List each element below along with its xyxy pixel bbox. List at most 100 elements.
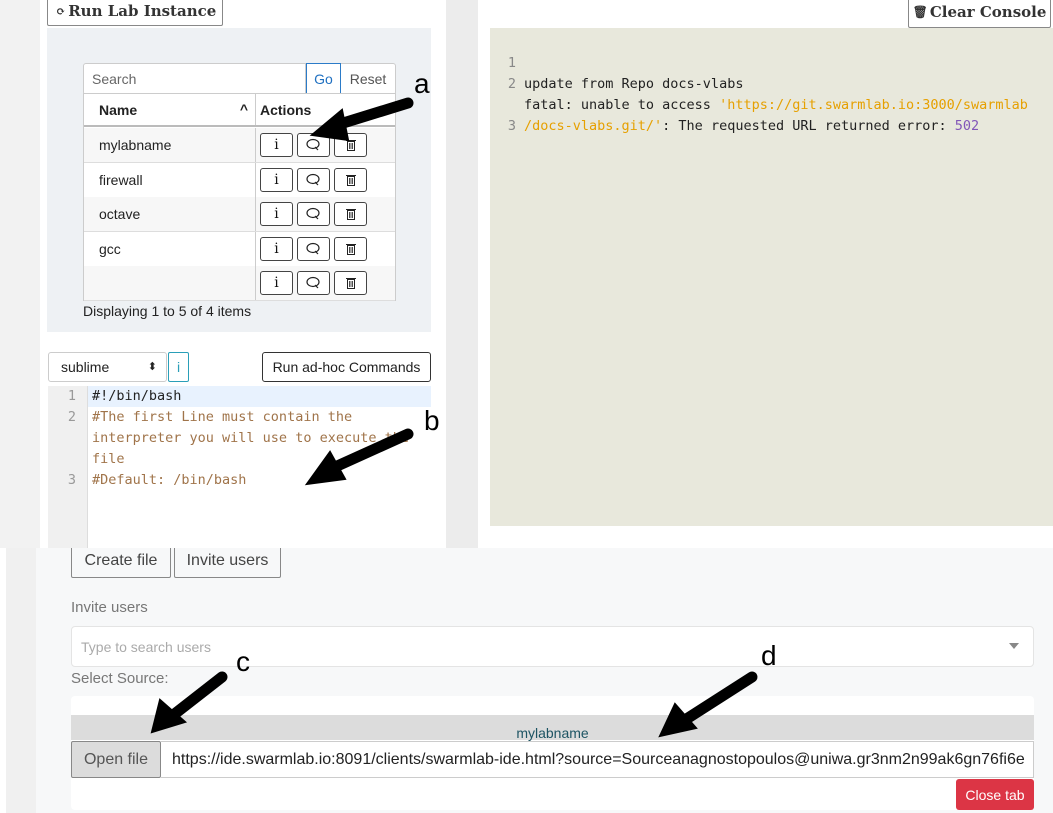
ssh-key-icon[interactable] (297, 167, 330, 192)
sort-arrows-icon: ⬍ (147, 361, 157, 373)
invite-users-button[interactable]: Invite users (174, 548, 281, 578)
ssh-key-icon[interactable] (297, 236, 330, 261)
code-editor[interactable]: 1 #!/bin/bash 2 #The first Line must contai… (48, 386, 446, 548)
lab-actions-cell: i (256, 266, 395, 300)
ssh-key-icon[interactable] (297, 271, 330, 295)
source-url-field[interactable]: https://ide.swarmlab.io:8091/clients/swa… (161, 741, 1034, 778)
ssh-key-icon[interactable] (297, 202, 330, 226)
console-number: 502 (954, 118, 980, 134)
caret-up-icon[interactable]: ^ (240, 101, 248, 117)
info-icon[interactable]: i (260, 236, 293, 261)
lab-name-cell (84, 266, 256, 300)
info-label: i (274, 171, 279, 188)
code-line-text: #Default: /bin/bash (92, 472, 247, 488)
refresh-icon: ⟳ (56, 4, 66, 18)
lab-name-cell: firewall (84, 162, 256, 197)
run-lab-instance-label: Run Lab Instance (68, 2, 217, 20)
annotation-label-d: d (761, 640, 777, 671)
invite-users-placeholder: Type to search users (81, 638, 211, 655)
info-icon[interactable]: i (260, 167, 293, 192)
info-label: i (274, 275, 279, 291)
ssh-key-icon[interactable] (297, 133, 330, 157)
editor-theme-value: sublime (61, 359, 110, 375)
lab-name-cell: gcc (84, 231, 256, 266)
pagination-summary: Displaying 1 to 5 of 4 items (83, 303, 252, 319)
lab-actions-cell: i (256, 232, 395, 266)
source-tab-title[interactable]: mylabname (71, 715, 1034, 741)
dropdown-caret-icon[interactable] (1009, 643, 1019, 649)
code-line-number: 2 (67, 409, 76, 425)
lab-screen: ⟳ Run Lab Instance Go Reset Name ^ Actio… (0, 0, 1053, 548)
console-text: fatal: unable to access (524, 97, 720, 113)
clear-console-button[interactable]: 🗑 Clear Console (908, 0, 1051, 28)
actions-header-label: Actions (260, 101, 312, 118)
lab-name: octave (99, 206, 141, 222)
trash-icon[interactable] (334, 202, 367, 226)
code-line-text: interpreter you will use to execute the (92, 430, 409, 446)
console-string: /docs-vlabs.git/' (524, 118, 663, 134)
select-source-label: Select Source: (71, 670, 169, 687)
code-line-number: 1 (67, 388, 76, 404)
search-input[interactable] (83, 63, 306, 95)
trash-icon[interactable] (334, 271, 367, 295)
left-margin (0, 0, 40, 548)
info-icon[interactable]: i (260, 133, 293, 157)
table-header: Name ^ Actions (84, 94, 395, 127)
lab-name: firewall (99, 171, 143, 188)
table-row: octave i (84, 197, 395, 232)
invite-users-label: Invite users (71, 599, 148, 616)
console-line-text: /docs-vlabs.git/': The requested URL ret… (524, 116, 979, 137)
panel-gutter (446, 0, 478, 548)
ide-screen: Create file Invite users Invite users Ty… (0, 548, 1053, 813)
console-output: 1 update from Repo docs-vlabs 2 fatal: u… (490, 28, 1053, 526)
annotation-label-c: c (236, 646, 250, 677)
trash-icon[interactable] (334, 167, 367, 192)
trash-icon: 🗑 (912, 5, 928, 19)
close-tab-button[interactable]: Close tab (956, 779, 1034, 810)
trash-icon[interactable] (334, 236, 367, 261)
lab-actions-cell: i (256, 163, 395, 197)
lab-actions-cell: i (256, 128, 395, 162)
annotation-label-b: b (424, 405, 440, 436)
console-string: 'https://git.swarmlab.io:3000/swarmlab (719, 97, 1028, 113)
console-card-bottom (478, 526, 1053, 540)
name-column-header[interactable]: Name ^ (84, 94, 256, 125)
open-file-button[interactable]: Open file (71, 741, 161, 778)
table-row: mylabname i (84, 128, 395, 163)
annotation-label-a: a (414, 68, 430, 99)
reset-button[interactable]: Reset (341, 63, 396, 95)
code-line-text: #The first Line must contain the (92, 409, 353, 425)
actions-column-header: Actions (256, 94, 395, 125)
info-icon[interactable]: i (260, 271, 293, 295)
code-line-text: file (92, 451, 125, 467)
invite-users-select[interactable]: Type to search users (71, 626, 1034, 667)
table-row: i (84, 266, 395, 301)
console-text: : The requested URL returned error: (662, 118, 955, 134)
code-line-text: #!/bin/bash (92, 388, 182, 404)
info-label: i (274, 240, 279, 257)
clear-console-label: Clear Console (929, 3, 1047, 21)
create-file-button[interactable]: Create file (71, 548, 171, 578)
left-margin (6, 548, 36, 813)
go-button[interactable]: Go (306, 63, 341, 95)
run-lab-instance-button[interactable]: ⟳ Run Lab Instance (47, 0, 223, 26)
table-row: firewall i (84, 162, 395, 198)
trash-icon[interactable] (334, 133, 367, 157)
console-line-text: update from Repo docs-vlabs (524, 76, 744, 92)
console-line-number: 3 (507, 118, 516, 134)
editor-info-button[interactable]: i (168, 352, 189, 382)
run-adhoc-commands-button[interactable]: Run ad-hoc Commands (262, 352, 431, 382)
lab-name: mylabname (99, 137, 172, 153)
lab-name-cell: mylabname (84, 128, 256, 162)
console-line-text: fatal: unable to access 'https://git.swa… (524, 95, 1028, 116)
info-icon[interactable]: i (260, 202, 293, 226)
console-line: 3 (490, 95, 539, 179)
lab-name: gcc (99, 240, 121, 257)
lab-actions-cell: i (256, 197, 395, 231)
lab-name-cell: octave (84, 197, 256, 231)
code-line-number: 3 (67, 472, 76, 488)
lab-search-bar: Go Reset (83, 63, 396, 95)
info-label: i (274, 206, 279, 222)
lab-table: Name ^ Actions mylabname i firewall i octave… (83, 93, 396, 301)
editor-theme-select[interactable]: sublime ⬍ (48, 352, 167, 382)
